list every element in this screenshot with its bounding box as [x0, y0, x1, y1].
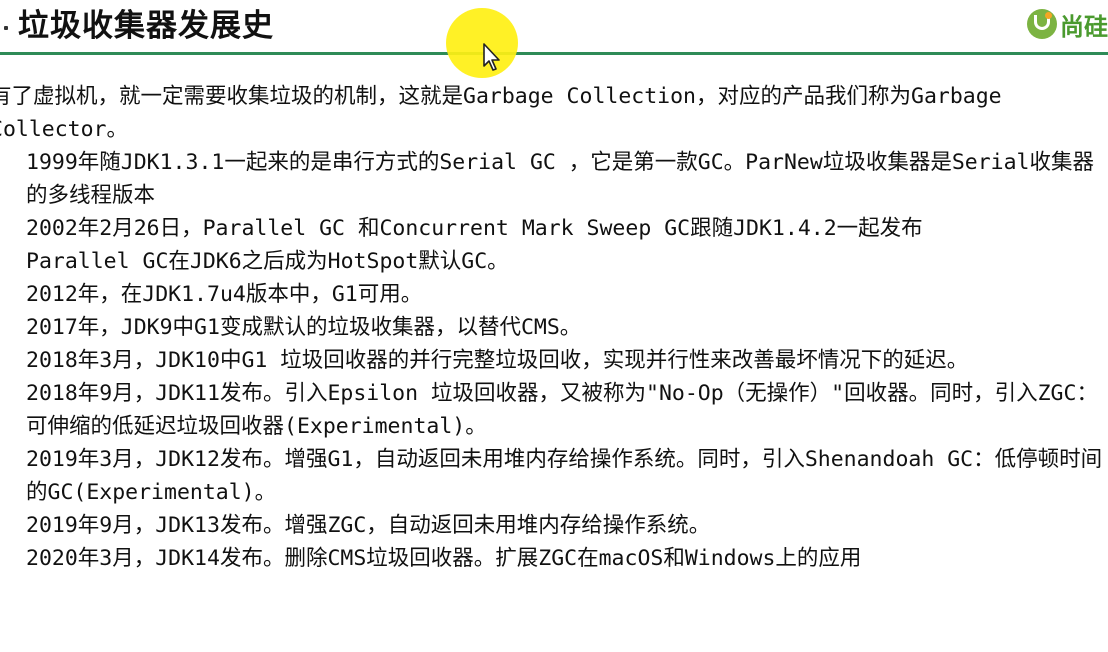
logo-icon: [1027, 9, 1057, 39]
slide-body: 有了虚拟机，就一定需要收集垃圾的机制，这就是Garbage Collection…: [0, 80, 1108, 575]
list-item: 1999年随JDK1.3.1一起来的是串行方式的Serial GC ，它是第一款…: [26, 150, 1094, 208]
brand-logo: 尚硅: [1027, 6, 1108, 42]
list-item: 2019年3月，JDK12发布。增强G1，自动返回未用堆内存给操作系统。同时，引…: [26, 447, 1103, 505]
title-bullet-dot: [4, 26, 8, 30]
logo-text: 尚硅: [1060, 12, 1108, 41]
header-divider: [0, 52, 1108, 55]
history-list: 1999年随JDK1.3.1一起来的是串行方式的Serial GC ，它是第一款…: [0, 146, 1108, 575]
slide-header: 垃圾收集器发展史 尚硅: [0, 0, 1108, 56]
list-item: 2018年3月，JDK10中G1 垃圾回收器的并行完整垃圾回收，实现并行性来改善…: [26, 348, 969, 373]
arrow-cursor-icon: [483, 43, 500, 71]
list-item: 2020年3月，JDK14发布。删除CMS垃圾回收器。扩展ZGC在macOS和W…: [26, 546, 862, 571]
list-item: 2019年9月，JDK13发布。增强ZGC，自动返回未用堆内存给操作系统。: [26, 513, 711, 538]
list-item: 2002年2月26日，Parallel GC 和Concurrent Mark …: [26, 216, 923, 241]
list-item: 2017年，JDK9中G1变成默认的垃圾收集器，以替代CMS。: [26, 315, 582, 340]
intro-paragraph: 有了虚拟机，就一定需要收集垃圾的机制，这就是Garbage Collection…: [0, 84, 1002, 142]
list-item: Parallel GC在JDK6之后成为HotSpot默认GC。: [26, 249, 509, 274]
slide-title: 垃圾收集器发展史: [18, 8, 274, 44]
list-item: 2018年9月，JDK11发布。引入Epsilon 垃圾回收器，又被称为"No-…: [26, 381, 1098, 439]
list-item: 2012年，在JDK1.7u4版本中，G1可用。: [26, 282, 423, 307]
